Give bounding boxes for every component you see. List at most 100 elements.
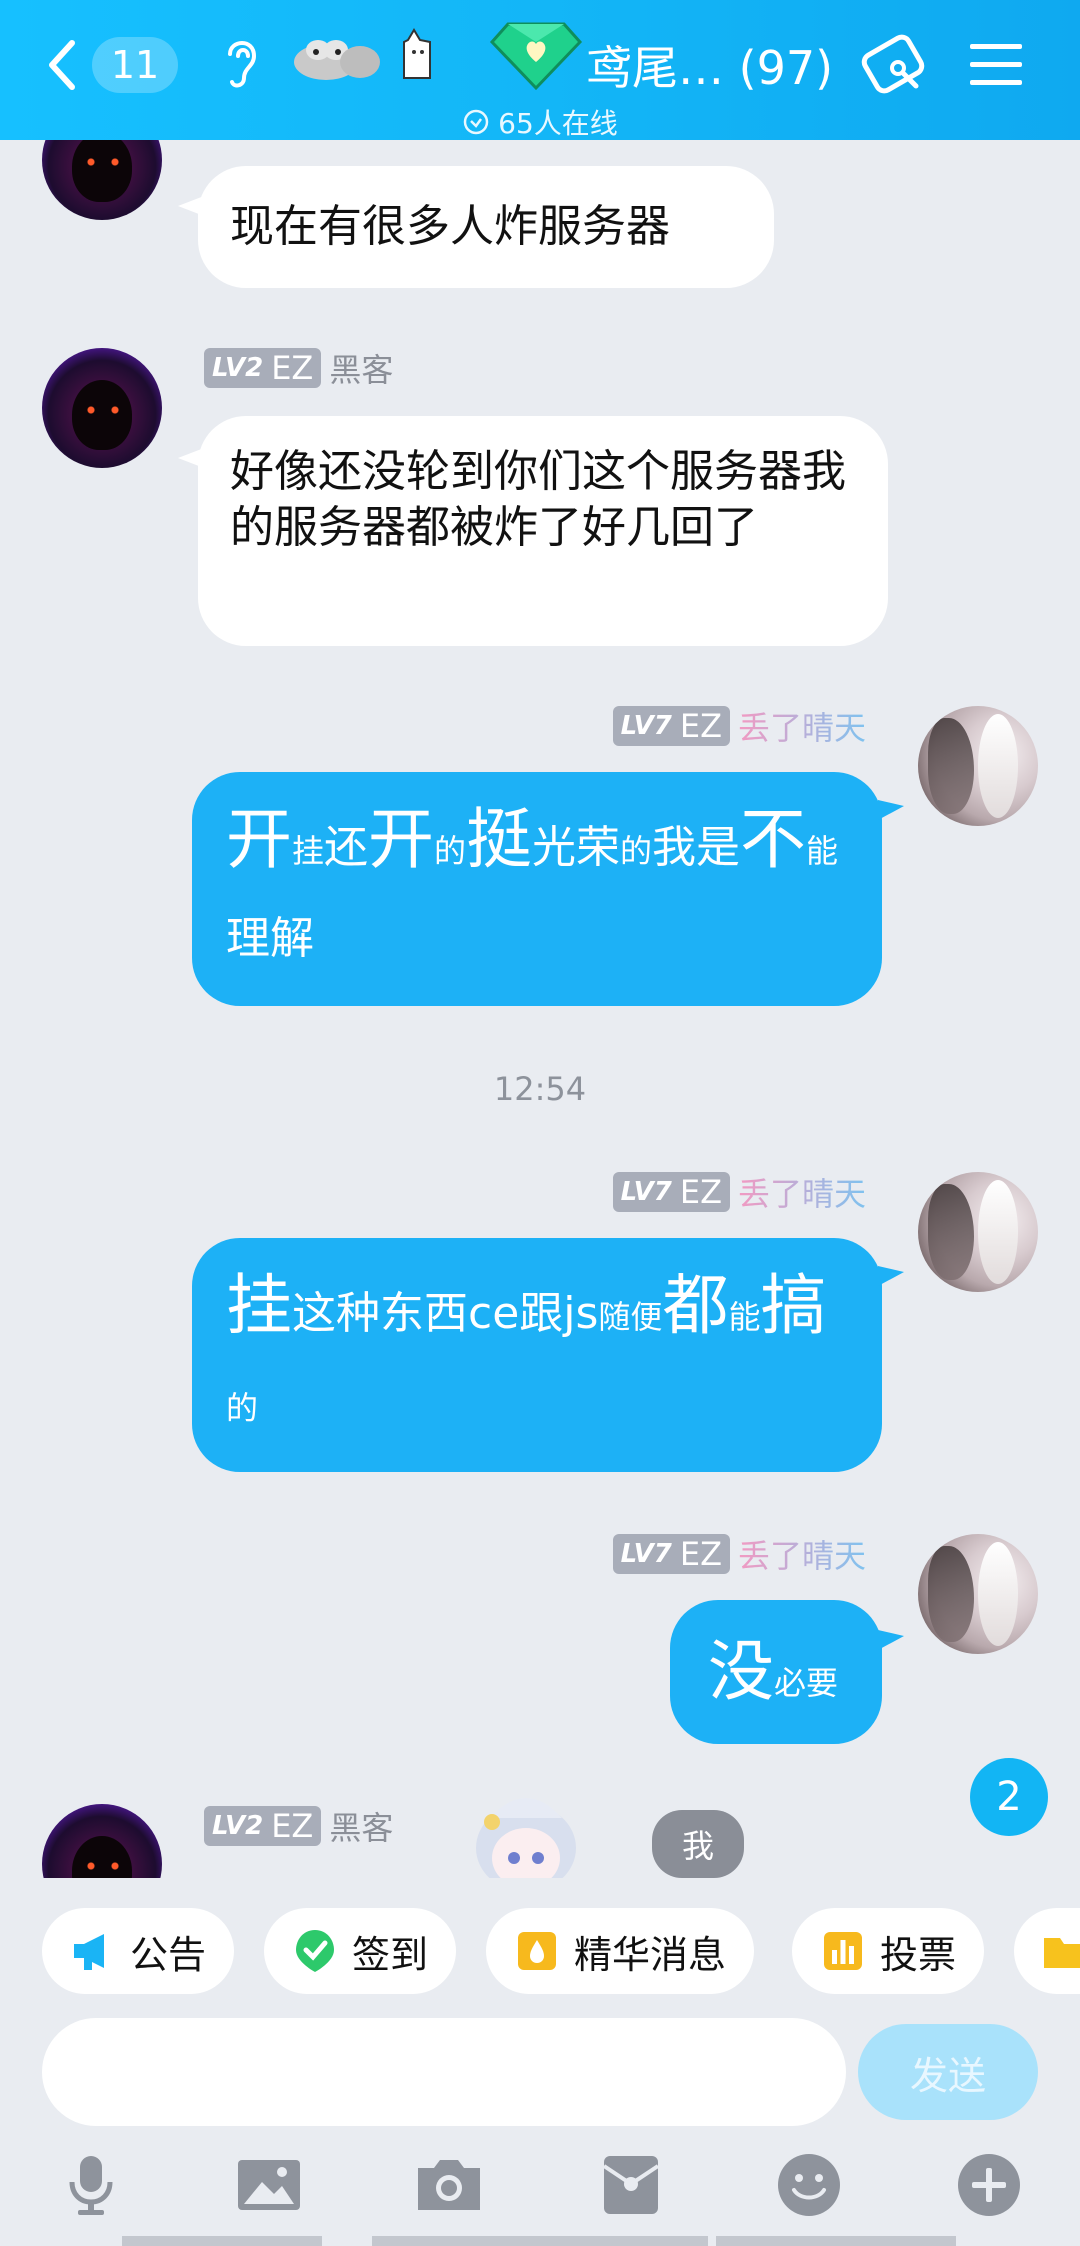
message-input-row: 发送 xyxy=(0,2018,1080,2128)
message-text-segment: 的 xyxy=(620,832,653,870)
send-button[interactable]: 发送 xyxy=(858,2024,1038,2120)
avatar[interactable] xyxy=(918,706,1038,826)
folder-icon xyxy=(1044,1938,1080,1968)
message-text-segment: 挂 xyxy=(292,832,325,870)
message-text-segment: 理解 xyxy=(226,913,314,964)
level-text: LV7 xyxy=(620,1539,672,1569)
message-text-segment: 都 xyxy=(662,1267,729,1344)
vote-icon xyxy=(824,1932,862,1970)
tag-text: EZ xyxy=(679,1535,722,1573)
new-message-badge[interactable]: 2 xyxy=(970,1758,1048,1836)
sender-info: LV2 EZ 黑客 xyxy=(204,1806,394,1847)
sender-name: 丢了晴天 xyxy=(738,1531,866,1577)
sender-name: 丢了晴天 xyxy=(738,1169,866,1215)
bottom-toolbar xyxy=(0,2150,1080,2230)
sender-role: 黑客 xyxy=(329,351,394,389)
message-text-segment: 能 xyxy=(728,1298,761,1336)
chat-header: 11 鸢尾… (97) 65人在线 xyxy=(0,0,1080,140)
avatar[interactable] xyxy=(918,1172,1038,1292)
message-text-segment: 随便 xyxy=(598,1298,663,1336)
announcement-chip[interactable]: 公告 xyxy=(42,1908,235,1994)
level-badge: LV7 EZ xyxy=(612,706,730,746)
ear-icon[interactable] xyxy=(218,32,264,94)
level-text: LV2 xyxy=(212,353,264,383)
redpacket-icon xyxy=(602,2156,660,2214)
avatar[interactable] xyxy=(42,1804,162,1878)
group-badge-icons xyxy=(294,28,431,80)
my-messages-chip[interactable]: 我 xyxy=(652,1810,744,1878)
message-input[interactable] xyxy=(42,2018,846,2126)
tag-text: EZ xyxy=(679,707,722,745)
message-text: 现在有很多人炸服务器 xyxy=(230,201,670,252)
level-text: LV2 xyxy=(212,1811,264,1841)
chat-message-list[interactable]: 现在有很多人炸服务器 LV2 EZ 黑客 好像还没轮到你们这个服务器我的服务器都… xyxy=(0,140,1080,1878)
message-text-segment: 的 xyxy=(434,832,467,870)
menu-icon[interactable] xyxy=(968,40,1024,90)
avatar[interactable] xyxy=(42,348,162,468)
sender-info: LV7 EZ 丢了晴天 xyxy=(612,1169,866,1215)
avatar[interactable] xyxy=(918,1534,1038,1654)
message-text-segment: 挺 xyxy=(466,801,533,878)
back-button[interactable]: 11 xyxy=(44,34,184,96)
tag-text: EZ xyxy=(271,349,314,387)
sender-name: 丢了晴天 xyxy=(738,703,866,749)
plus-icon xyxy=(958,2154,1020,2216)
diamond-icon xyxy=(489,22,583,91)
avatar[interactable] xyxy=(42,140,162,220)
level-badge: LV7 EZ xyxy=(612,1534,730,1574)
message-text-segment: 能 xyxy=(806,832,839,870)
chip-label: 公告 xyxy=(130,1932,207,1977)
anime-girl-sticker[interactable] xyxy=(470,1778,620,1878)
message-bubble[interactable]: 没必要 xyxy=(670,1600,882,1744)
voice-button[interactable] xyxy=(56,2150,126,2220)
bubble-tail xyxy=(878,1630,904,1650)
tag-text: EZ xyxy=(679,1173,722,1211)
bottom-strip xyxy=(0,2236,1080,2246)
sender-info: LV2 EZ 黑客 xyxy=(204,348,394,389)
camera-icon xyxy=(418,2160,480,2210)
online-check-icon xyxy=(463,109,489,135)
message-text-segment: 搞 xyxy=(760,1267,827,1344)
message-text-segment: 不 xyxy=(740,801,807,878)
message-bubble[interactable]: 好像还没轮到你们这个服务器我的服务器都被炸了好几回了 xyxy=(198,416,888,646)
message-text-segment: 开 xyxy=(368,801,435,878)
image-button[interactable] xyxy=(234,2150,304,2220)
vote-chip[interactable]: 投票 xyxy=(792,1908,985,1994)
essence-icon xyxy=(518,1932,556,1970)
mic-icon xyxy=(69,2156,113,2215)
essence-chip[interactable]: 精华消息 xyxy=(486,1908,755,1994)
image-icon xyxy=(238,2160,300,2210)
emoji-icon xyxy=(778,2154,840,2216)
message-text: 挂这种东西ce跟js随便都能搞的 xyxy=(226,1267,826,1430)
quick-action-bar: 公告 签到 精华消息 投票 xyxy=(0,1908,1080,1996)
checkin-icon xyxy=(296,1930,334,1972)
message-bubble[interactable]: 挂这种东西ce跟js随便都能搞的 xyxy=(192,1238,882,1472)
message-text-segment: 挂 xyxy=(226,1267,292,1344)
group-title[interactable]: 鸢尾… (97) xyxy=(586,32,833,98)
megaphone-icon xyxy=(74,1934,104,1970)
level-badge: LV2 EZ xyxy=(204,1806,322,1846)
message-bubble[interactable]: 现在有很多人炸服务器 xyxy=(198,166,774,288)
red-packet-button[interactable] xyxy=(596,2150,666,2220)
group-name: 鸢尾… xyxy=(586,41,724,95)
camera-button[interactable] xyxy=(414,2150,484,2220)
message-text: 好像还没轮到你们这个服务器我的服务器都被炸了好几回了 xyxy=(230,446,846,553)
folder-chip[interactable] xyxy=(1014,1908,1080,1994)
more-button[interactable] xyxy=(954,2150,1024,2220)
timestamp: 12:54 xyxy=(493,1070,587,1108)
message-text-segment: 的 xyxy=(226,1389,259,1427)
bubble-tail xyxy=(878,800,904,820)
unread-count-badge: 11 xyxy=(92,37,178,93)
emoji-button[interactable] xyxy=(774,2150,844,2220)
chevron-left-icon xyxy=(49,40,75,90)
group-ticket-icon[interactable] xyxy=(858,30,934,100)
message-bubble[interactable]: 开挂还开的挺光荣的我是不能理解 xyxy=(192,772,882,1006)
member-count: (97) xyxy=(738,41,834,95)
message-text-segment: 开 xyxy=(226,801,292,878)
sender-info: LV7 EZ 丢了晴天 xyxy=(612,1531,866,1577)
checkin-chip[interactable]: 签到 xyxy=(264,1908,457,1994)
message-text-segment: 还 xyxy=(324,822,369,873)
message-text-segment: 这种东西ce跟js xyxy=(292,1288,599,1339)
level-text: LV7 xyxy=(620,711,672,741)
sender-role: 黑客 xyxy=(329,1809,394,1847)
